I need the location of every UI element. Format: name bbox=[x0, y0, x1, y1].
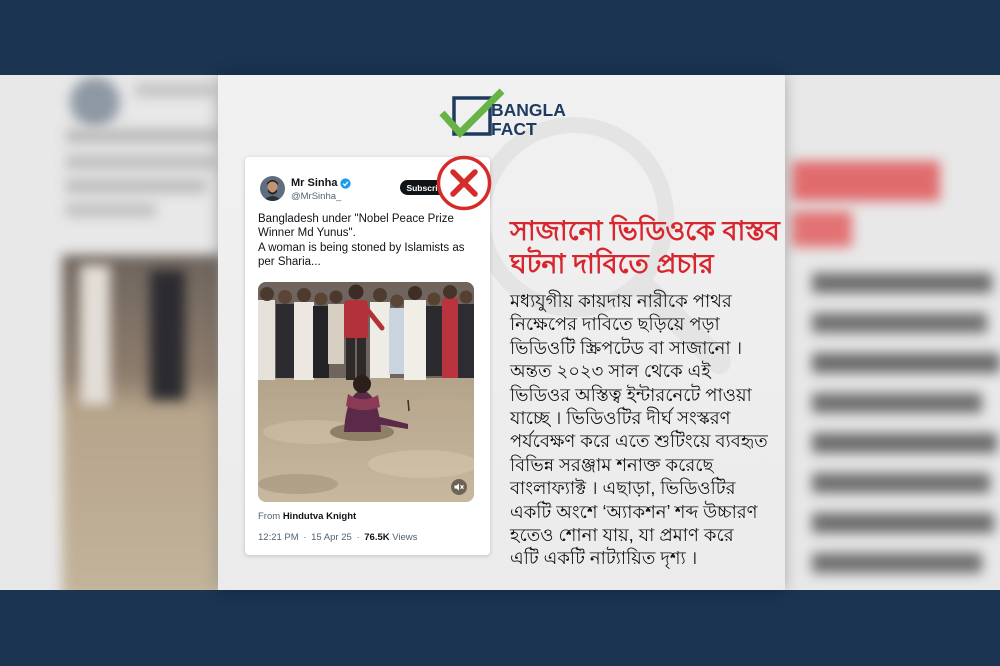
blurred-black-text bbox=[812, 513, 994, 533]
views-count: 76.5K bbox=[364, 532, 390, 543]
author-handle[interactable]: @MrSinha_ bbox=[291, 191, 341, 202]
body-line: হতেও শোনা যায়, যা প্রমাণ করে bbox=[510, 524, 734, 545]
logo-line1: BANGLA bbox=[491, 100, 566, 120]
body-line: ভিডিওর অস্তিত্ব ইন্টারনেটে পাওয়া bbox=[510, 384, 752, 405]
avatar[interactable] bbox=[260, 176, 285, 201]
tweet-source: From Hindutva Knight bbox=[258, 511, 356, 522]
bottom-navy-band bbox=[0, 590, 1000, 666]
body-line: এটি একটি নাট্যায়িত দৃশ্য । bbox=[510, 548, 698, 569]
body-line: বিভিন্ন সরঞ্জাম শনাক্ত করেছে bbox=[510, 454, 714, 475]
body-line: মধ্যযুগীয় কায়দায় নারীকে পাথর bbox=[510, 291, 732, 311]
blurred-red-text bbox=[792, 161, 940, 201]
verdict-headline: সাজানো ভিডিওকে বাস্তব ঘটনা দাবিতে প্রচার bbox=[510, 215, 780, 281]
verdict-body: মধ্যযুগীয় কায়দায় নারীকে পাথর নিক্ষেপে… bbox=[510, 290, 768, 571]
body-line: পর্যবেক্ষণ করে এতে শুটিংয়ে ব্যবহৃত bbox=[510, 431, 768, 452]
video-frame bbox=[258, 282, 474, 502]
red-x-circle-icon bbox=[436, 155, 492, 211]
views-label: Views bbox=[392, 532, 418, 543]
body-line: নিক্ষেপের দাবিতে ছড়িয়ে পড়া bbox=[510, 314, 720, 335]
body-line: অন্তত ২০২৩ সাল থেকে এই bbox=[510, 361, 711, 382]
blurred-text-bar bbox=[66, 179, 206, 193]
headline-line: সাজানো ভিডিওকে বাস্তব bbox=[510, 216, 780, 246]
blurred-photo-figure bbox=[80, 265, 110, 405]
top-navy-band bbox=[0, 0, 1000, 75]
meta-separator: · bbox=[303, 532, 307, 543]
blurred-text-bar bbox=[66, 129, 218, 143]
verified-badge-icon bbox=[340, 177, 352, 189]
banglafact-logo: BANGLA FACT bbox=[439, 88, 566, 139]
blurred-black-text bbox=[812, 433, 997, 453]
meta-separator: · bbox=[356, 532, 360, 543]
factcheck-graphic: BANGLA FACT Mr Sinha @MrSinha_ Subscribe… bbox=[0, 0, 1000, 666]
tweet-meta: 12:21 PM · 15 Apr 25 · 76.5K Views bbox=[258, 532, 419, 543]
body-line: যাচ্ছে । ভিডিওটির দীর্ঘ সংস্করণ bbox=[510, 407, 731, 428]
blurred-black-text bbox=[812, 553, 982, 573]
author-name[interactable]: Mr Sinha bbox=[291, 177, 337, 189]
mute-icon[interactable] bbox=[451, 479, 467, 495]
headline-line: ঘটনা দাবিতে প্রচার bbox=[510, 249, 714, 279]
factcheck-card: BANGLA FACT Mr Sinha @MrSinha_ Subscribe… bbox=[218, 75, 785, 590]
tweet-card: Mr Sinha @MrSinha_ Subscribe Bangladesh … bbox=[245, 157, 490, 555]
tweet-text-paragraph: Bangladesh under "Nobel Peace Prize Winn… bbox=[258, 213, 454, 240]
blurred-black-text bbox=[812, 313, 987, 333]
tweet-date[interactable]: 15 Apr 25 bbox=[311, 532, 352, 543]
blurred-black-text bbox=[812, 393, 982, 413]
blurred-black-text bbox=[812, 273, 992, 293]
blurred-avatar bbox=[70, 77, 120, 127]
blurred-black-text bbox=[812, 473, 990, 493]
blurred-red-text bbox=[792, 211, 852, 247]
blurred-text-bar bbox=[135, 83, 215, 97]
body-line: বাংলাফ্যাক্ট । এছাড়া, ভিডিওটির bbox=[510, 478, 736, 499]
logo-line2: FACT bbox=[491, 119, 537, 139]
body-line: একটি অংশে ‘অ্যাকশন’ শব্দ উচ্চারণ bbox=[510, 501, 758, 522]
blurred-black-text bbox=[812, 353, 1000, 373]
source-name[interactable]: Hindutva Knight bbox=[283, 511, 356, 522]
source-prefix: From bbox=[258, 511, 281, 522]
blurred-text-bar bbox=[66, 155, 216, 169]
tweet-text-paragraph: A woman is being stoned by Islamists as … bbox=[258, 241, 465, 268]
tweet-text: Bangladesh under "Nobel Peace Prize Winn… bbox=[258, 212, 480, 269]
blurred-photo-figure bbox=[150, 270, 185, 400]
body-line: ভিডিওটি স্ক্রিপটেড বা সাজানো । bbox=[510, 337, 743, 358]
tweet-time[interactable]: 12:21 PM bbox=[258, 532, 299, 543]
tweet-video[interactable] bbox=[258, 282, 474, 502]
blurred-text-bar bbox=[66, 203, 156, 217]
tweet-author[interactable]: Mr Sinha bbox=[291, 177, 352, 189]
